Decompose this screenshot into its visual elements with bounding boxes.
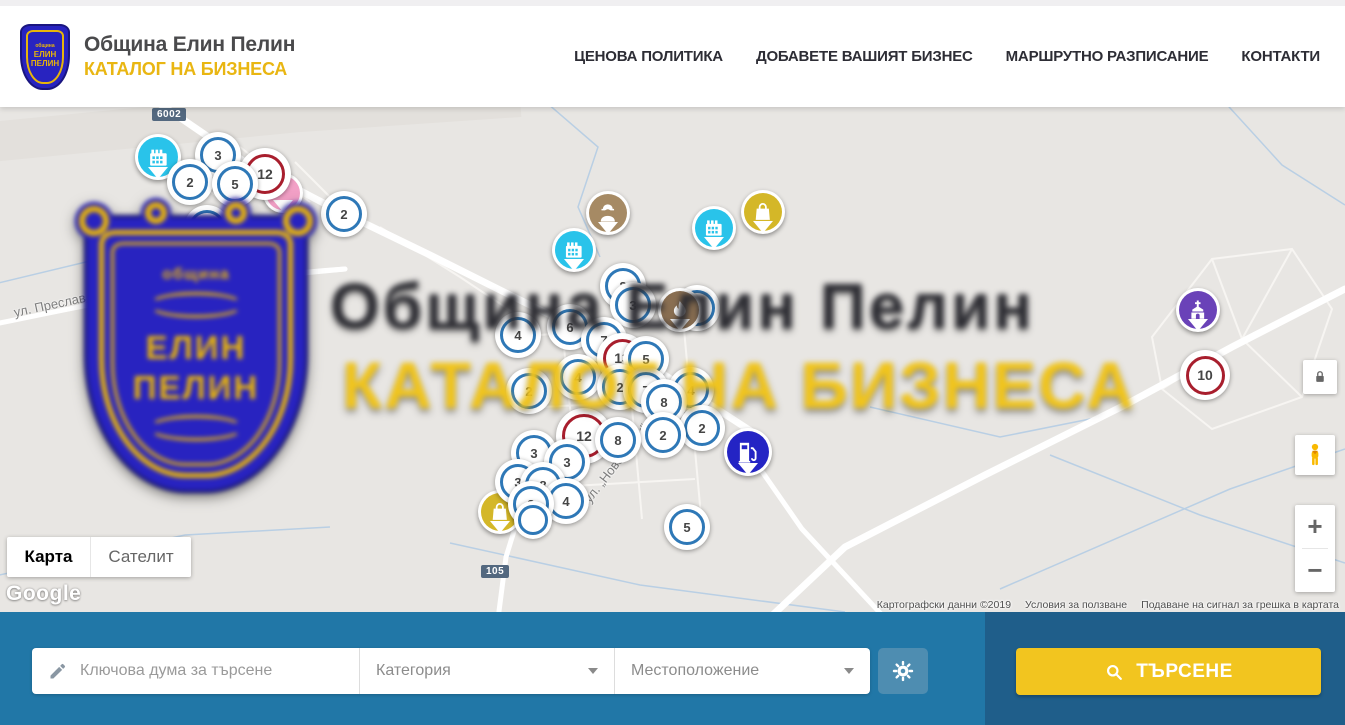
cluster-marker[interactable]: 5 <box>664 504 710 550</box>
attribution-text: Картографски данни ©2019 <box>877 599 1011 611</box>
zoom-out-button[interactable]: − <box>1295 549 1335 592</box>
google-logo[interactable]: Google <box>6 582 81 606</box>
cluster-marker[interactable]: 5 <box>212 161 258 207</box>
municipality-crest-icon: община ЕЛИН ПЕЛИН <box>20 24 70 90</box>
chevron-down-icon <box>588 668 598 674</box>
cluster-marker[interactable]: 8 <box>595 417 641 463</box>
site-title: Община Елин Пелин <box>84 33 295 57</box>
cluster-marker[interactable]: 2 <box>679 405 725 451</box>
map-type-control: Карта Сателит <box>7 537 191 577</box>
nav-item-0[interactable]: ЦЕНОВА ПОЛИТИКА <box>574 48 723 65</box>
main-nav: ЦЕНОВА ПОЛИТИКА ДОБАВЕТЕ ВАШИЯТ БИЗНЕС МАР… <box>541 48 1320 65</box>
map-attribution: Картографски данни ©2019 Условия за ползв… <box>877 599 1339 611</box>
flame-icon[interactable] <box>658 288 702 332</box>
shopping-bag-icon[interactable] <box>741 190 785 234</box>
nav-item-2[interactable]: МАРШРУТНО РАЗПИСАНИЕ <box>1006 48 1209 65</box>
search-fields-box: Категория Местоположение <box>32 648 870 694</box>
lock-button[interactable] <box>1303 360 1337 394</box>
fuel-station-icon[interactable] <box>724 428 772 476</box>
location-select[interactable]: Местоположение <box>614 648 870 694</box>
cluster-marker[interactable]: 2 <box>640 412 686 458</box>
site-subtitle: КАТАЛОГ НА БИЗНЕСА <box>84 59 295 80</box>
cluster-marker[interactable]: 10 <box>1180 350 1230 400</box>
cluster-marker[interactable]: 2 <box>321 191 367 237</box>
map-type-map-button[interactable]: Карта <box>7 537 91 577</box>
factory-icon[interactable] <box>552 228 596 272</box>
cluster-marker[interactable]: 2 <box>167 159 213 205</box>
site-logo[interactable]: община ЕЛИН ПЕЛИН Община Елин Пелин КАТА… <box>20 24 295 90</box>
cluster-marker[interactable] <box>514 501 552 539</box>
keyword-field[interactable] <box>32 648 359 694</box>
street-view-pegman-button[interactable] <box>1295 435 1335 475</box>
gear-icon <box>890 658 916 684</box>
cluster-marker[interactable]: 2 <box>506 368 552 414</box>
header: община ЕЛИН ПЕЛИН Община Елин Пелин КАТА… <box>0 0 1345 107</box>
pegman-icon <box>1302 442 1328 468</box>
zoom-control: + − <box>1295 505 1335 592</box>
chevron-down-icon <box>844 668 854 674</box>
attribution-link[interactable]: Подаване на сигнал за грешка в картата <box>1141 599 1339 611</box>
page: община ЕЛИН ПЕЛИН Община Елин Пелин КАТА… <box>0 0 1345 725</box>
padlock-icon <box>1311 368 1329 386</box>
advanced-search-button[interactable] <box>878 648 928 694</box>
road-number-badge: 105 <box>481 565 509 578</box>
search-icon <box>1104 662 1124 682</box>
cluster-marker[interactable]: 4 <box>555 354 601 400</box>
search-bar: Категория Местоположение <box>0 612 1345 725</box>
worker-icon[interactable] <box>586 191 630 235</box>
road-number-badge: 6002 <box>152 108 186 121</box>
search-submit-button[interactable]: ТЪРСЕНЕ <box>1016 648 1321 695</box>
zoom-in-button[interactable]: + <box>1295 505 1335 548</box>
map-type-satellite-button[interactable]: Сателит <box>91 537 191 577</box>
map-canvas[interactable]: 312252223564713542742822128333843510ул. … <box>0 107 1345 612</box>
factory-icon[interactable] <box>692 206 736 250</box>
cluster-marker[interactable]: 2 <box>184 205 230 251</box>
pencil-icon <box>48 661 68 681</box>
cluster-marker[interactable]: 4 <box>495 312 541 358</box>
keyword-search-input[interactable] <box>80 662 343 680</box>
category-select[interactable]: Категория <box>359 648 614 694</box>
nav-item-3[interactable]: КОНТАКТИ <box>1241 48 1320 65</box>
attribution-link[interactable]: Условия за ползване <box>1025 599 1127 611</box>
church-icon[interactable] <box>1176 288 1220 332</box>
nav-item-1[interactable]: ДОБАВЕТЕ ВАШИЯТ БИЗНЕС <box>756 48 973 65</box>
